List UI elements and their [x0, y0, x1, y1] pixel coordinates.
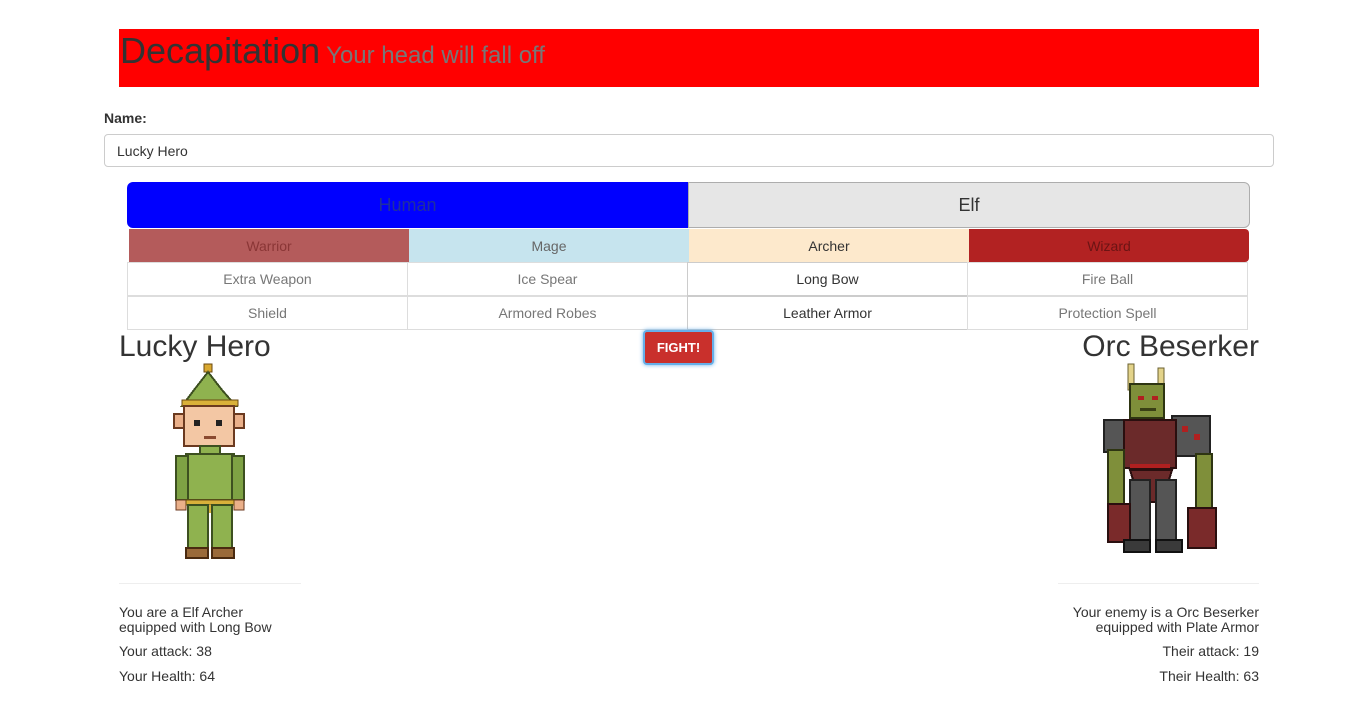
elf-archer-sprite-icon [173, 363, 245, 559]
armor-armored-robes-button[interactable]: Armored Robes [407, 296, 688, 330]
armor-leather-armor-button[interactable]: Leather Armor [687, 296, 968, 330]
app-title: Decapitation [120, 30, 321, 71]
orc-beserker-sprite-icon [1103, 363, 1217, 553]
enemy-description-line2: equipped with Plate Armor [1095, 619, 1259, 635]
app-subtitle: Your head will fall off [326, 42, 545, 69]
weapon-extra-weapon-button[interactable]: Extra Weapon [127, 262, 408, 296]
hero-attack: Your attack: 38 [119, 643, 212, 659]
name-label: Name: [104, 110, 147, 126]
name-input[interactable] [104, 134, 1274, 167]
title-banner: Decapitation Your head will fall off [119, 29, 1259, 87]
armor-protection-spell-button[interactable]: Protection Spell [967, 296, 1248, 330]
hero-divider [119, 583, 301, 584]
enemy-name: Orc Beserker [1082, 330, 1259, 363]
fight-button[interactable]: FIGHT! [643, 330, 714, 365]
enemy-description-line1: Your enemy is a Orc Beserker [1072, 604, 1259, 620]
weapon-ice-spear-button[interactable]: Ice Spear [407, 262, 688, 296]
class-wizard-button[interactable]: Wizard [969, 229, 1249, 262]
weapon-selector: Extra Weapon Ice Spear Long Bow Fire Bal… [127, 262, 1250, 296]
race-human-button[interactable]: Human [127, 182, 688, 228]
enemy-info: Your enemy is a Orc Beserker equipped wi… [1073, 605, 1259, 684]
hero-description-line1: You are a Elf Archer [119, 604, 244, 620]
hero-description-line2: equipped with Long Bow [119, 619, 272, 635]
enemy-divider [1058, 583, 1259, 584]
enemy-attack: Their attack: 19 [1162, 643, 1260, 659]
weapon-fire-ball-button[interactable]: Fire Ball [967, 262, 1248, 296]
class-selector: Warrior Mage Archer Wizard [129, 229, 1249, 262]
hero-name: Lucky Hero [119, 330, 271, 363]
weapon-long-bow-button[interactable]: Long Bow [687, 262, 968, 296]
hero-info: You are a Elf Archer equipped with Long … [119, 605, 272, 684]
page-title: Decapitation Your head will fall off [120, 31, 545, 76]
hero-health: Your Health: 64 [119, 668, 215, 684]
race-elf-button[interactable]: Elf [688, 182, 1250, 228]
armor-shield-button[interactable]: Shield [127, 296, 408, 330]
enemy-health: Their Health: 63 [1159, 668, 1259, 684]
class-mage-button[interactable]: Mage [409, 229, 689, 262]
class-archer-button[interactable]: Archer [689, 229, 969, 262]
class-warrior-button[interactable]: Warrior [129, 229, 409, 262]
armor-selector: Shield Armored Robes Leather Armor Prote… [127, 296, 1250, 330]
race-selector: Human Elf [127, 182, 1250, 228]
